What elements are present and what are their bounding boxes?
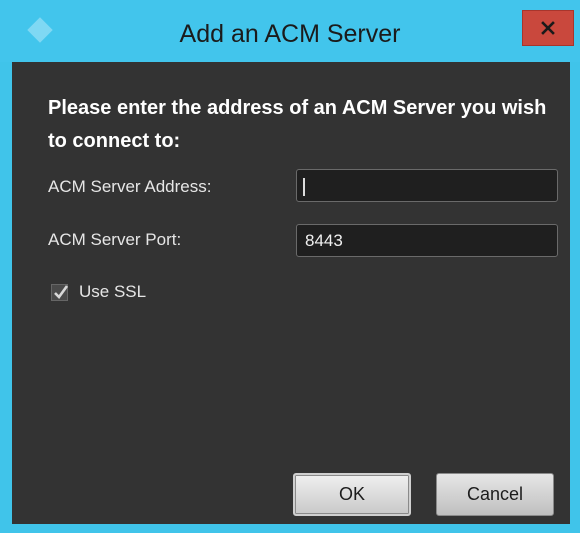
close-icon <box>541 21 555 35</box>
server-port-label: ACM Server Port: <box>48 230 182 249</box>
ok-button[interactable]: OK <box>293 473 411 516</box>
dialog-body: Please enter the address of an ACM Serve… <box>12 62 570 524</box>
use-ssl-label: Use SSL <box>79 282 147 301</box>
server-address-label: ACM Server Address: <box>48 177 212 196</box>
server-address-input[interactable] <box>296 169 558 202</box>
close-button[interactable] <box>522 10 574 46</box>
text-caret <box>303 178 305 196</box>
use-ssl-checkbox[interactable] <box>51 283 69 301</box>
window-title: Add an ACM Server <box>179 20 401 48</box>
cancel-button[interactable]: Cancel <box>436 473 554 516</box>
dialog-heading: Please enter the address of an ACM Serve… <box>48 97 547 152</box>
dialog-window: Add an ACM Server Please enter the addre… <box>0 0 580 533</box>
checkmark-icon <box>54 284 69 299</box>
use-ssl-row[interactable]: Use SSL <box>51 282 146 302</box>
title-bar[interactable]: Add an ACM Server <box>0 0 580 62</box>
server-port-input[interactable] <box>296 224 558 257</box>
